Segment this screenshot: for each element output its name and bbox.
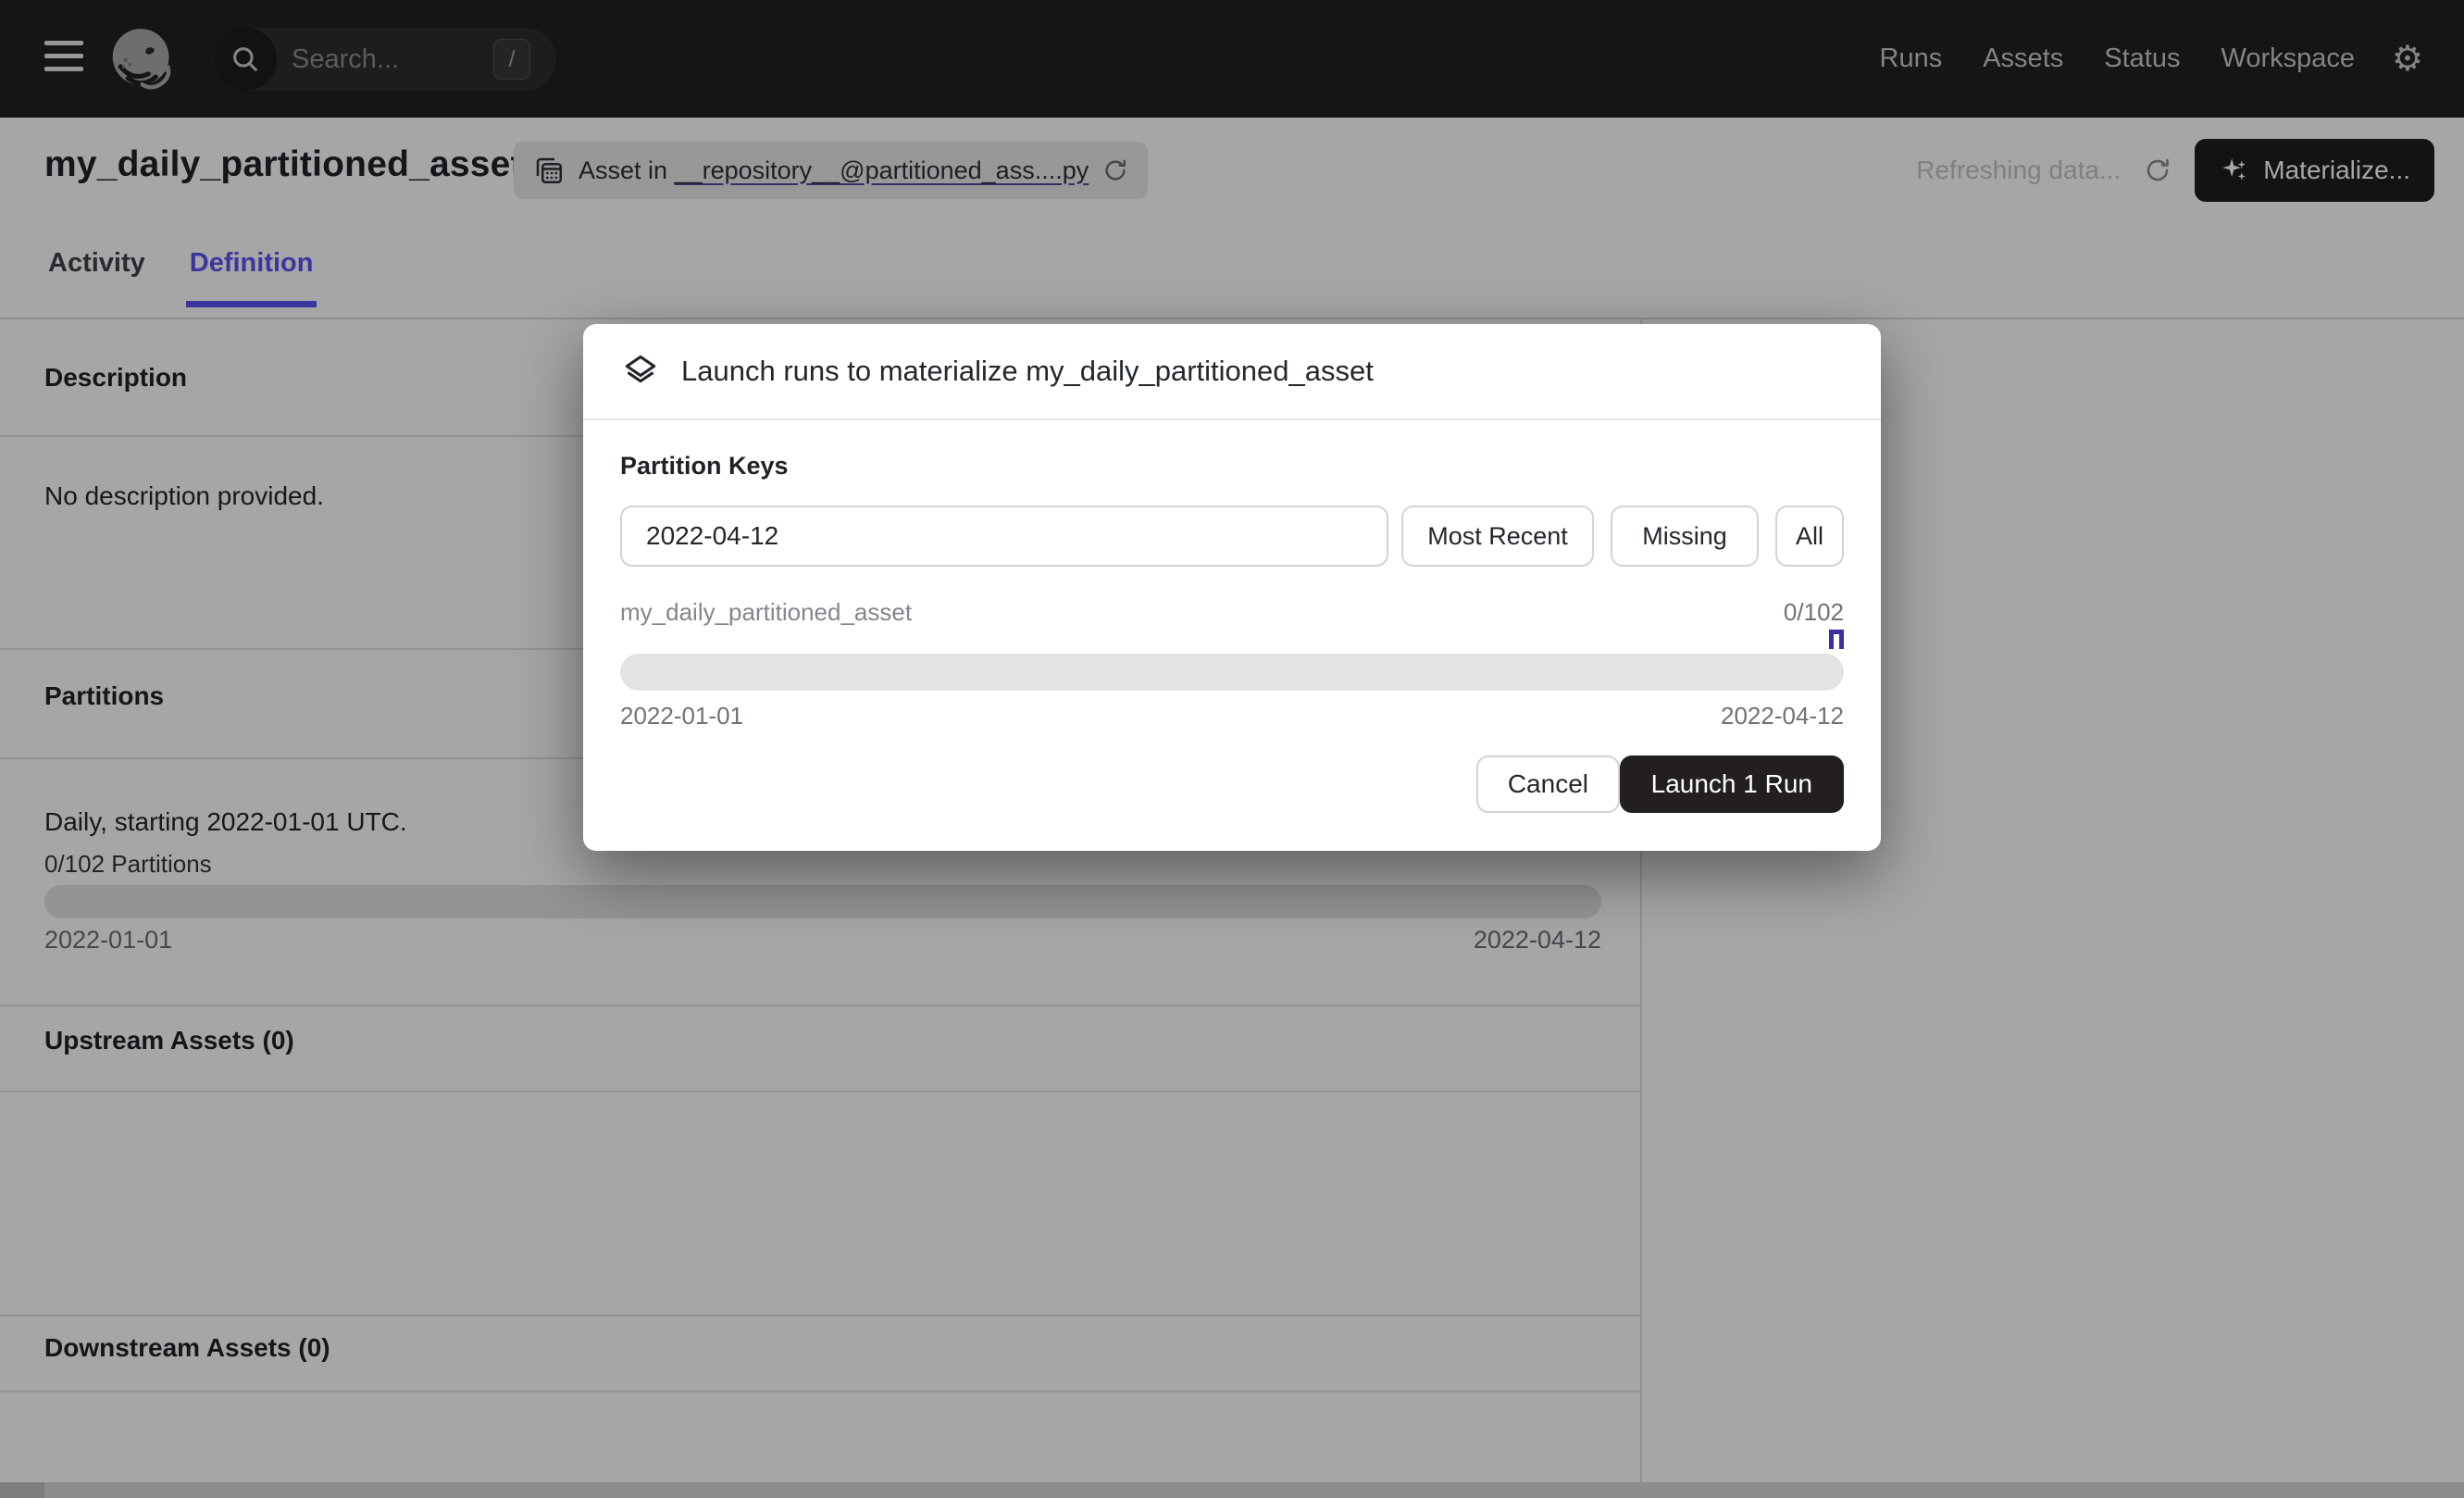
partition-key-input[interactable] [620, 506, 1388, 567]
dialog-title: Launch runs to materialize my_daily_part… [681, 355, 1374, 388]
cancel-button[interactable]: Cancel [1476, 755, 1620, 813]
missing-button[interactable]: Missing [1611, 506, 1759, 567]
modal-progress-count: 0/102 [1784, 598, 1844, 627]
launch-runs-dialog: Launch runs to materialize my_daily_part… [583, 324, 1881, 851]
modal-asset-name: my_daily_partitioned_asset [620, 598, 912, 627]
modal-range-end: 2022-04-12 [1721, 702, 1844, 730]
partition-keys-label: Partition Keys [620, 452, 789, 481]
launch-run-button[interactable]: Launch 1 Run [1620, 755, 1844, 813]
most-recent-button[interactable]: Most Recent [1401, 506, 1594, 567]
all-button[interactable]: All [1775, 506, 1844, 567]
asset-layers-icon [620, 351, 661, 392]
selected-partition-marker [1829, 630, 1844, 649]
modal-range-start: 2022-01-01 [620, 702, 743, 730]
partition-selection-bar[interactable] [620, 654, 1844, 691]
dialog-header: Launch runs to materialize my_daily_part… [583, 324, 1881, 420]
